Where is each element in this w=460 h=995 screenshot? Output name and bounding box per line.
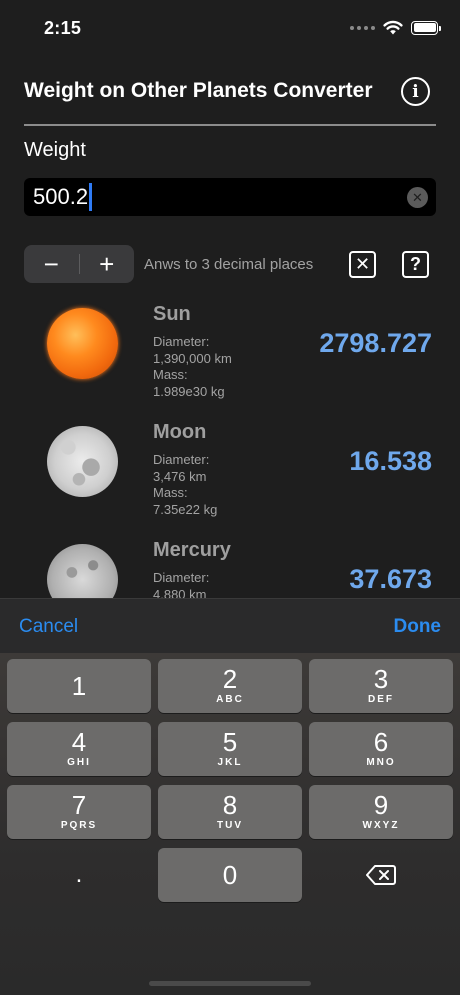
planet-name: Sun: [153, 303, 191, 325]
key-5[interactable]: 5 JKL: [158, 722, 302, 776]
weight-input[interactable]: 500.2 ✕: [24, 178, 436, 216]
key-3[interactable]: 3 DEF: [309, 659, 453, 713]
planet-details: Diameter: 1,390,000 km Mass: 1.989e30 kg: [153, 334, 232, 399]
key-2[interactable]: 2 ABC: [158, 659, 302, 713]
stepper-plus-button[interactable]: +: [79, 245, 134, 283]
key-4[interactable]: 4 GHI: [7, 722, 151, 776]
planet-row-moon: Moon Diameter: 3,476 km Mass: 7.35e22 kg…: [0, 414, 460, 532]
stepper-minus-button[interactable]: −: [24, 245, 79, 283]
mercury-image: [47, 544, 118, 598]
clear-input-icon[interactable]: ✕: [407, 187, 428, 208]
keyboard-toolbar: Cancel Done: [0, 598, 460, 653]
clear-all-icon[interactable]: ✕: [349, 251, 376, 278]
info-icon[interactable]: i: [401, 77, 430, 106]
key-8[interactable]: 8 TUV: [158, 785, 302, 839]
moon-image: [47, 426, 118, 497]
planet-row-mercury: Mercury Diameter: 4,880 km 37.673: [0, 532, 460, 598]
page-title: Weight on Other Planets Converter: [24, 79, 373, 102]
planet-row-sun: Sun Diameter: 1,390,000 km Mass: 1.989e3…: [0, 296, 460, 414]
key-0[interactable]: 0: [158, 848, 302, 902]
key-6[interactable]: 6 MNO: [309, 722, 453, 776]
planet-details: Diameter: 4,880 km: [153, 570, 210, 598]
cellular-signal-icon: [350, 25, 375, 30]
weight-label: Weight: [24, 139, 86, 161]
backspace-icon: [366, 865, 396, 885]
cancel-button[interactable]: Cancel: [19, 616, 78, 638]
planet-details: Diameter: 3,476 km Mass: 7.35e22 kg: [153, 452, 218, 517]
key-decimal[interactable]: .: [7, 848, 151, 902]
backspace-key[interactable]: [309, 848, 453, 902]
decimal-places-text: Anws to 3 decimal places: [144, 256, 314, 273]
wifi-icon: [383, 20, 403, 35]
key-9[interactable]: 9 WXYZ: [309, 785, 453, 839]
sun-image: [47, 308, 118, 379]
status-icons: [350, 20, 441, 35]
planet-weight: 37.673: [349, 564, 432, 594]
planet-weight: 16.538: [349, 446, 432, 476]
title-divider: [24, 124, 436, 126]
help-icon[interactable]: ?: [402, 251, 429, 278]
decimal-stepper[interactable]: − +: [24, 245, 134, 283]
status-time: 2:15: [44, 18, 82, 38]
home-indicator[interactable]: [149, 981, 311, 986]
status-bar: 2:15: [0, 0, 460, 56]
text-caret: [89, 183, 92, 211]
done-button[interactable]: Done: [394, 616, 442, 638]
planet-name: Moon: [153, 421, 207, 443]
weight-value: 500.2: [33, 184, 89, 209]
battery-icon: [411, 20, 441, 35]
planet-weight: 2798.727: [319, 328, 432, 358]
planet-list[interactable]: Sun Diameter: 1,390,000 km Mass: 1.989e3…: [0, 296, 460, 598]
key-7[interactable]: 7 PQRS: [7, 785, 151, 839]
planet-name: Mercury: [153, 539, 231, 561]
key-1[interactable]: 1: [7, 659, 151, 713]
number-pad: 1 2 ABC 3 DEF 4 GHI 5 JKL 6 MNO 7 PQRS 8…: [0, 653, 460, 995]
